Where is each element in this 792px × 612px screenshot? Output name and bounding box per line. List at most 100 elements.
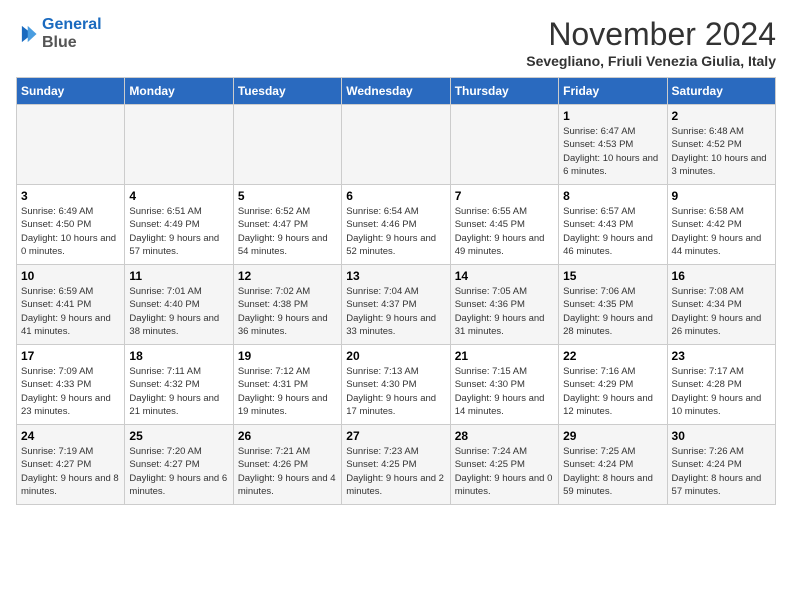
day-number: 8	[563, 189, 662, 203]
logo: General Blue	[16, 16, 102, 52]
calendar-table: SundayMondayTuesdayWednesdayThursdayFrid…	[16, 77, 776, 505]
calendar-cell: 14Sunrise: 7:05 AM Sunset: 4:36 PM Dayli…	[450, 265, 558, 345]
calendar-cell: 17 Sunrise: 7:09 AM Sunset: 4:33 PM Dayli…	[17, 345, 125, 425]
day-info: Sunrise: 7:19 AM Sunset: 4:27 PM Dayligh…	[21, 445, 120, 498]
day-of-week-header: Wednesday	[342, 78, 450, 105]
calendar-week-row: 10 Sunrise: 6:59 AM Sunset: 4:41 PM Dayli…	[17, 265, 776, 345]
month-title: November 2024	[526, 16, 776, 53]
calendar-cell: 8Sunrise: 6:57 AM Sunset: 4:43 PM Daylig…	[559, 185, 667, 265]
day-info: Sunrise: 7:16 AM Sunset: 4:29 PM Dayligh…	[563, 365, 662, 418]
day-info: Sunrise: 7:25 AM Sunset: 4:24 PM Dayligh…	[563, 445, 662, 498]
calendar-cell	[125, 105, 233, 185]
day-number: 27	[346, 429, 445, 443]
day-info: Sunrise: 6:51 AM Sunset: 4:49 PM Dayligh…	[129, 205, 228, 258]
day-info: Sunrise: 7:11 AM Sunset: 4:32 PM Dayligh…	[129, 365, 228, 418]
calendar-cell: 20Sunrise: 7:13 AM Sunset: 4:30 PM Dayli…	[342, 345, 450, 425]
day-number: 23	[672, 349, 771, 363]
calendar-cell: 4 Sunrise: 6:51 AM Sunset: 4:49 PM Daylig…	[125, 185, 233, 265]
day-info: Sunrise: 7:15 AM Sunset: 4:30 PM Dayligh…	[455, 365, 554, 418]
page-header: General Blue November 2024 Sevegliano, F…	[16, 16, 776, 69]
day-number: 13	[346, 269, 445, 283]
calendar-cell: 22 Sunrise: 7:16 AM Sunset: 4:29 PM Dayli…	[559, 345, 667, 425]
day-number: 16	[672, 269, 771, 283]
calendar-cell: 28 Sunrise: 7:24 AM Sunset: 4:25 PM Dayli…	[450, 425, 558, 505]
calendar-cell: 13 Sunrise: 7:04 AM Sunset: 4:37 PM Dayli…	[342, 265, 450, 345]
day-number: 9	[672, 189, 771, 203]
day-info: Sunrise: 7:04 AM Sunset: 4:37 PM Dayligh…	[346, 285, 445, 338]
calendar-cell	[233, 105, 341, 185]
calendar-week-row: 1Sunrise: 6:47 AM Sunset: 4:53 PM Daylig…	[17, 105, 776, 185]
calendar-cell: 2Sunrise: 6:48 AM Sunset: 4:52 PM Daylig…	[667, 105, 775, 185]
day-info: Sunrise: 7:26 AM Sunset: 4:24 PM Dayligh…	[672, 445, 771, 498]
day-info: Sunrise: 7:23 AM Sunset: 4:25 PM Dayligh…	[346, 445, 445, 498]
day-of-week-header: Friday	[559, 78, 667, 105]
day-number: 24	[21, 429, 120, 443]
calendar-header-row: SundayMondayTuesdayWednesdayThursdayFrid…	[17, 78, 776, 105]
calendar-cell: 30Sunrise: 7:26 AM Sunset: 4:24 PM Dayli…	[667, 425, 775, 505]
day-number: 2	[672, 109, 771, 123]
calendar-cell: 12 Sunrise: 7:02 AM Sunset: 4:38 PM Dayli…	[233, 265, 341, 345]
calendar-cell: 9 Sunrise: 6:58 AM Sunset: 4:42 PM Daylig…	[667, 185, 775, 265]
day-number: 18	[129, 349, 228, 363]
day-info: Sunrise: 7:12 AM Sunset: 4:31 PM Dayligh…	[238, 365, 337, 418]
day-of-week-header: Saturday	[667, 78, 775, 105]
day-number: 5	[238, 189, 337, 203]
day-number: 11	[129, 269, 228, 283]
day-info: Sunrise: 7:02 AM Sunset: 4:38 PM Dayligh…	[238, 285, 337, 338]
calendar-week-row: 3 Sunrise: 6:49 AM Sunset: 4:50 PM Daylig…	[17, 185, 776, 265]
day-number: 4	[129, 189, 228, 203]
calendar-cell	[450, 105, 558, 185]
day-info: Sunrise: 7:09 AM Sunset: 4:33 PM Dayligh…	[21, 365, 120, 418]
day-info: Sunrise: 7:01 AM Sunset: 4:40 PM Dayligh…	[129, 285, 228, 338]
day-number: 22	[563, 349, 662, 363]
day-info: Sunrise: 7:13 AM Sunset: 4:30 PM Dayligh…	[346, 365, 445, 418]
day-of-week-header: Thursday	[450, 78, 558, 105]
calendar-cell: 19 Sunrise: 7:12 AM Sunset: 4:31 PM Dayli…	[233, 345, 341, 425]
day-of-week-header: Sunday	[17, 78, 125, 105]
day-info: Sunrise: 7:20 AM Sunset: 4:27 PM Dayligh…	[129, 445, 228, 498]
day-info: Sunrise: 7:05 AM Sunset: 4:36 PM Dayligh…	[455, 285, 554, 338]
day-number: 26	[238, 429, 337, 443]
calendar-cell	[17, 105, 125, 185]
calendar-body: 1Sunrise: 6:47 AM Sunset: 4:53 PM Daylig…	[17, 105, 776, 505]
day-info: Sunrise: 6:52 AM Sunset: 4:47 PM Dayligh…	[238, 205, 337, 258]
calendar-cell: 6Sunrise: 6:54 AM Sunset: 4:46 PM Daylig…	[342, 185, 450, 265]
day-number: 10	[21, 269, 120, 283]
day-info: Sunrise: 6:59 AM Sunset: 4:41 PM Dayligh…	[21, 285, 120, 338]
day-info: Sunrise: 7:24 AM Sunset: 4:25 PM Dayligh…	[455, 445, 554, 498]
day-info: Sunrise: 6:49 AM Sunset: 4:50 PM Dayligh…	[21, 205, 120, 258]
day-number: 21	[455, 349, 554, 363]
calendar-cell: 26Sunrise: 7:21 AM Sunset: 4:26 PM Dayli…	[233, 425, 341, 505]
day-number: 6	[346, 189, 445, 203]
day-number: 15	[563, 269, 662, 283]
calendar-cell: 18 Sunrise: 7:11 AM Sunset: 4:32 PM Dayli…	[125, 345, 233, 425]
day-number: 29	[563, 429, 662, 443]
logo-icon	[16, 23, 38, 45]
day-number: 28	[455, 429, 554, 443]
location-title: Sevegliano, Friuli Venezia Giulia, Italy	[526, 53, 776, 69]
day-number: 1	[563, 109, 662, 123]
calendar-cell: 11 Sunrise: 7:01 AM Sunset: 4:40 PM Dayli…	[125, 265, 233, 345]
calendar-cell: 7 Sunrise: 6:55 AM Sunset: 4:45 PM Daylig…	[450, 185, 558, 265]
calendar-week-row: 17 Sunrise: 7:09 AM Sunset: 4:33 PM Dayli…	[17, 345, 776, 425]
calendar-cell: 25 Sunrise: 7:20 AM Sunset: 4:27 PM Dayli…	[125, 425, 233, 505]
day-info: Sunrise: 7:17 AM Sunset: 4:28 PM Dayligh…	[672, 365, 771, 418]
calendar-cell: 1Sunrise: 6:47 AM Sunset: 4:53 PM Daylig…	[559, 105, 667, 185]
day-info: Sunrise: 6:55 AM Sunset: 4:45 PM Dayligh…	[455, 205, 554, 258]
calendar-cell: 15 Sunrise: 7:06 AM Sunset: 4:35 PM Dayli…	[559, 265, 667, 345]
calendar-cell: 23 Sunrise: 7:17 AM Sunset: 4:28 PM Dayli…	[667, 345, 775, 425]
calendar-cell: 27 Sunrise: 7:23 AM Sunset: 4:25 PM Dayli…	[342, 425, 450, 505]
calendar-cell: 10 Sunrise: 6:59 AM Sunset: 4:41 PM Dayli…	[17, 265, 125, 345]
day-info: Sunrise: 6:58 AM Sunset: 4:42 PM Dayligh…	[672, 205, 771, 258]
day-number: 12	[238, 269, 337, 283]
day-number: 19	[238, 349, 337, 363]
calendar-cell: 5 Sunrise: 6:52 AM Sunset: 4:47 PM Daylig…	[233, 185, 341, 265]
day-number: 25	[129, 429, 228, 443]
day-info: Sunrise: 7:06 AM Sunset: 4:35 PM Dayligh…	[563, 285, 662, 338]
day-number: 3	[21, 189, 120, 203]
day-number: 7	[455, 189, 554, 203]
calendar-cell	[342, 105, 450, 185]
title-area: November 2024 Sevegliano, Friuli Venezia…	[526, 16, 776, 69]
calendar-cell: 24 Sunrise: 7:19 AM Sunset: 4:27 PM Dayli…	[17, 425, 125, 505]
day-number: 17	[21, 349, 120, 363]
